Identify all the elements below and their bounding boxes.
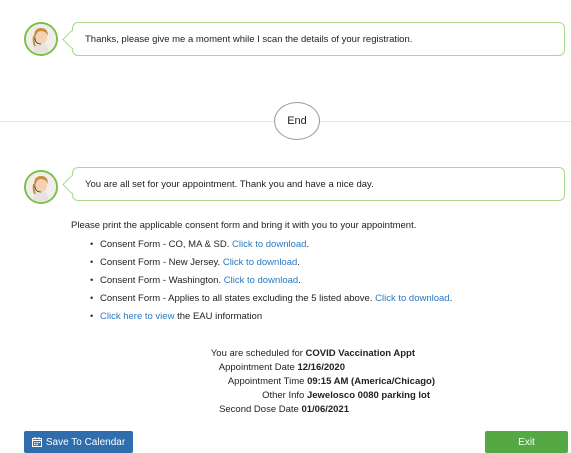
save-to-calendar-button[interactable]: Save To Calendar bbox=[24, 431, 133, 453]
agent-avatar bbox=[24, 22, 58, 56]
appointment-time-value: 09:15 AM (America/Chicago) bbox=[307, 376, 435, 387]
appointment-date-value: 12/16/2020 bbox=[297, 362, 345, 373]
download-link-washington[interactable]: Click to download bbox=[224, 275, 298, 286]
other-info-value: Jewelosco 0080 parking lot bbox=[306, 390, 430, 401]
appointment-time-row: Appointment Time 09:15 AM (America/Chica… bbox=[228, 375, 435, 389]
other-info-row: Other Info Jewelosco 0080 parking lot bbox=[262, 389, 430, 403]
appointment-date-row: Appointment Date 12/16/2020 bbox=[219, 361, 345, 375]
agent-avatar-icon bbox=[26, 172, 56, 202]
download-link-all-states[interactable]: Click to download bbox=[375, 293, 449, 304]
consent-item-period: . bbox=[297, 257, 300, 268]
consent-item-text: Consent Form - New Jersey. bbox=[100, 257, 223, 268]
consent-item-text: Consent Form - CO, MA & SD. bbox=[100, 239, 232, 250]
consent-item-all-states: Consent Form - Applies to all states exc… bbox=[90, 290, 452, 308]
consent-item-text: Consent Form - Applies to all states exc… bbox=[100, 293, 376, 304]
scheduled-row: You are scheduled for COVID Vaccination … bbox=[211, 347, 415, 361]
appointment-time-label: Appointment Time bbox=[227, 376, 308, 387]
chat-message-confirmation: You are all set for your appointment. Th… bbox=[85, 178, 374, 190]
consent-form-list: Consent Form - CO, MA & SD. Click to dow… bbox=[90, 236, 452, 326]
second-dose-value: 01/06/2021 bbox=[301, 404, 349, 415]
consent-item-washington: Consent Form - Washington. Click to down… bbox=[90, 272, 452, 290]
consent-item-co-ma-sd: Consent Form - CO, MA & SD. Click to dow… bbox=[90, 236, 452, 254]
second-dose-label: Second Dose Date bbox=[219, 404, 302, 415]
second-dose-row: Second Dose Date 01/06/2021 bbox=[219, 403, 349, 417]
consent-item-period: . bbox=[306, 239, 310, 250]
eau-info-item: Click here to view the EAU information bbox=[90, 308, 452, 326]
chat-bubble-scan: Thanks, please give me a moment while I … bbox=[72, 22, 565, 56]
other-info-label: Other Info bbox=[262, 390, 307, 401]
eau-info-text: the EAU information bbox=[174, 311, 263, 322]
download-link-co-ma-sd[interactable]: Click to download bbox=[232, 239, 306, 250]
download-link-new-jersey[interactable]: Click to download bbox=[223, 257, 297, 268]
exit-button[interactable]: Exit bbox=[485, 431, 568, 453]
chat-message-scan: Thanks, please give me a moment while I … bbox=[85, 33, 413, 45]
scheduled-label: You are scheduled for bbox=[210, 348, 306, 359]
consent-item-text: Consent Form - Washington. bbox=[100, 275, 224, 286]
agent-avatar-icon bbox=[26, 24, 56, 54]
chat-bubble-confirmation: You are all set for your appointment. Th… bbox=[72, 167, 565, 201]
save-to-calendar-label: Save To Calendar bbox=[45, 436, 126, 448]
eau-info-link[interactable]: Click here to view bbox=[100, 311, 174, 322]
consent-item-period: . bbox=[298, 275, 301, 286]
calendar-icon bbox=[31, 437, 42, 447]
appointment-details: You are scheduled for COVID Vaccination … bbox=[0, 347, 571, 422]
scheduled-value: COVID Vaccination Appt bbox=[305, 348, 415, 359]
consent-item-period: . bbox=[449, 293, 453, 304]
exit-label: Exit bbox=[518, 436, 535, 448]
end-marker: End bbox=[274, 102, 320, 140]
consent-intro: Please print the applicable consent form… bbox=[71, 220, 417, 231]
consent-item-new-jersey: Consent Form - New Jersey. Click to down… bbox=[90, 254, 452, 272]
agent-avatar bbox=[24, 170, 58, 204]
appointment-date-label: Appointment Date bbox=[218, 362, 298, 373]
